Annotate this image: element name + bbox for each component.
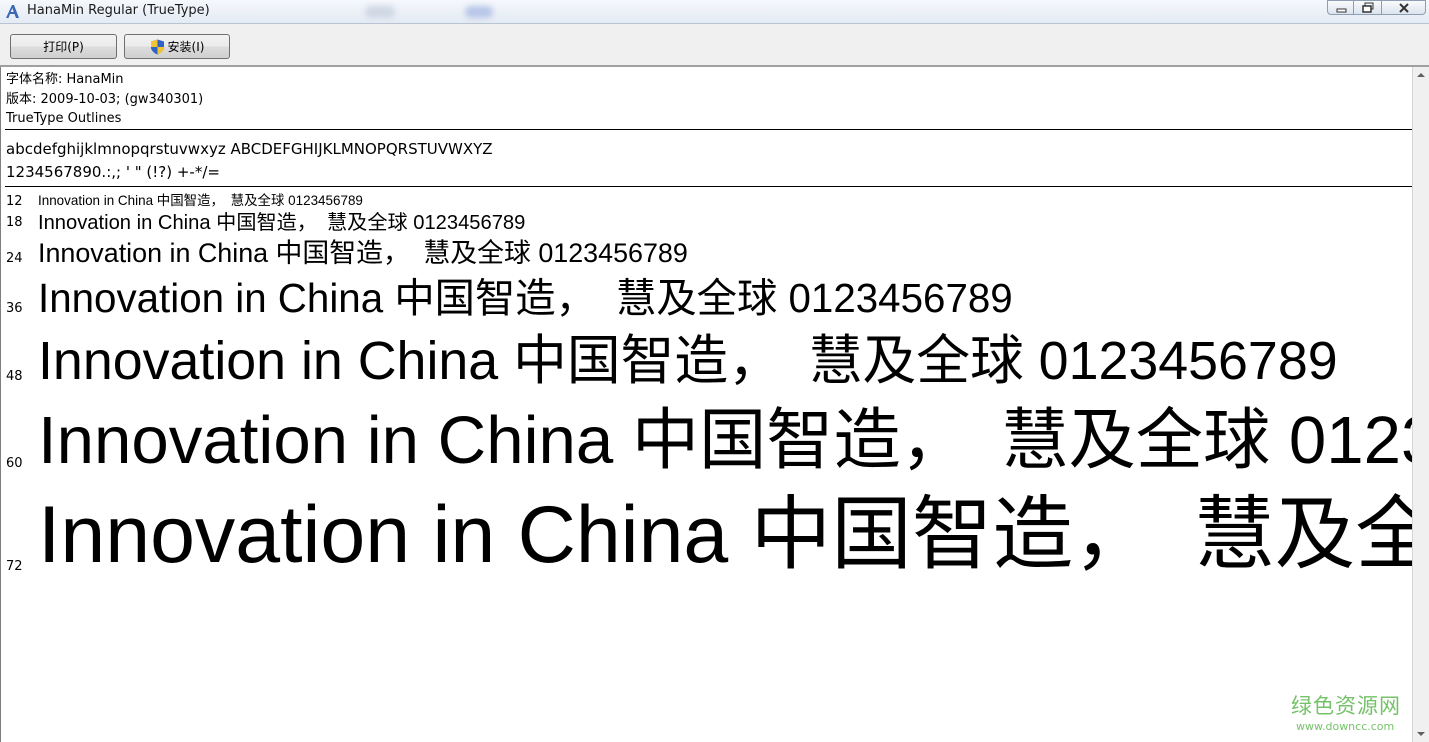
minimize-icon <box>1336 8 1347 13</box>
size-label: 12 <box>6 194 23 209</box>
print-button-label: 打印(P) <box>43 40 84 54</box>
scroll-down-arrow-icon[interactable] <box>1413 725 1429 742</box>
sample-text: Innovation in China 中国智造， 慧及全球 012345678… <box>38 490 1412 580</box>
close-button[interactable] <box>1382 0 1426 15</box>
scroll-up-arrow-icon[interactable] <box>1413 67 1429 84</box>
character-set-letters: abcdefghijklmnopqrstuvwxyz ABCDEFGHIJKLM… <box>6 140 493 158</box>
blurred-region <box>465 6 493 18</box>
sample-text: Innovation in China 中国智造， 慧及全球 012345678… <box>38 331 1338 391</box>
character-set-digits-symbols: 1234567890.:,; ' " (!?) +-*/= <box>6 163 220 181</box>
sample-text: Innovation in China 中国智造， 慧及全球 012345678… <box>38 212 526 234</box>
font-name: 字体名称: HanaMin <box>6 72 124 87</box>
restore-icon <box>1362 2 1374 13</box>
install-button-label: 安装(I) <box>167 40 205 54</box>
watermark-title: 绿色资源网 <box>1291 694 1401 718</box>
minimize-button[interactable] <box>1327 0 1354 15</box>
font-outline-type: TrueType Outlines <box>6 111 122 126</box>
sample-row-72: 72 Innovation in China 中国智造， 慧及全球 0123456… <box>1 67 1412 575</box>
sample-text: Innovation in China 中国智造， 慧及全球 012345678… <box>38 275 1013 321</box>
sample-text: Innovation in China 中国智造， 慧及全球 012345678… <box>38 238 688 268</box>
divider <box>5 129 1412 130</box>
install-button[interactable]: 安装(I) <box>124 34 230 59</box>
vertical-scrollbar[interactable] <box>1412 67 1429 742</box>
size-label: 36 <box>6 301 23 316</box>
size-label: 48 <box>6 369 23 384</box>
size-label: 60 <box>6 456 23 471</box>
toolbar: 打印(P) 安装(I) <box>0 24 1429 67</box>
watermark-url: www.downcc.com <box>1296 720 1395 733</box>
character-set: abcdefghijklmnopqrstuvwxyz ABCDEFGHIJKLM… <box>6 138 493 184</box>
blurred-region <box>365 6 395 18</box>
window-title: HanaMin Regular (TrueType) <box>27 3 210 18</box>
print-button[interactable]: 打印(P) <box>10 34 117 59</box>
uac-shield-icon <box>150 39 164 54</box>
font-version: 版本: 2009-10-03; (gw340301) <box>6 91 204 107</box>
title-bar: HanaMin Regular (TrueType) <box>0 0 1429 24</box>
size-label: 18 <box>6 215 23 230</box>
sample-text: Innovation in China 中国智造， 慧及全球 012345678… <box>38 193 363 208</box>
divider <box>5 186 1412 187</box>
sample-text: Innovation in China 中国智造， 慧及全球 012345678… <box>38 403 1412 478</box>
font-viewer-app-icon <box>6 5 19 18</box>
maximize-button[interactable] <box>1354 0 1382 15</box>
close-icon <box>1399 3 1409 13</box>
size-label: 24 <box>6 251 23 266</box>
font-preview-pane: 字体名称: HanaMin 版本: 2009-10-03; (gw340301)… <box>0 67 1412 742</box>
watermark: 绿色资源网 www.downcc.com <box>1291 690 1412 733</box>
size-label: 72 <box>6 559 23 574</box>
font-info: 字体名称: HanaMin 版本: 2009-10-03; (gw340301)… <box>6 70 203 129</box>
